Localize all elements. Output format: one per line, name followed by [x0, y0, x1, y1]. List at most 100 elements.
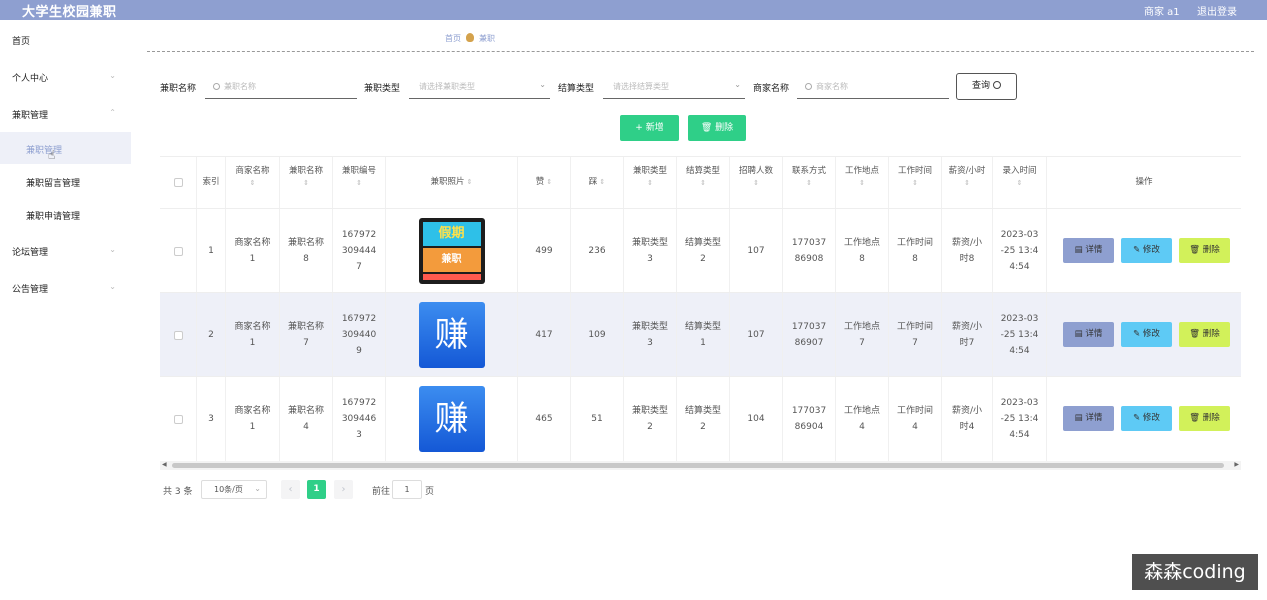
sidebar-item-personal-center[interactable]: 个人中心 ⌄ — [12, 71, 130, 84]
col-header-work-time[interactable]: 工作时间 ⇕ — [889, 157, 942, 208]
submenu-item-job-management[interactable]: 兼职管理 — [26, 143, 62, 156]
sidebar-item-label: 兼职管理 — [12, 111, 49, 121]
col-header-work-place[interactable]: 工作地点 ⇕ — [836, 157, 889, 208]
add-button[interactable]: + 新增 — [620, 115, 679, 141]
select-all-checkbox[interactable] — [173, 178, 183, 187]
current-page-button[interactable]: 1 — [307, 480, 326, 499]
sidebar-item-notice-management[interactable]: 公告管理 ⌄ — [12, 282, 130, 295]
breadcrumb-home[interactable]: 首页 — [445, 34, 461, 43]
cell-merchant: 商家名称1 — [226, 209, 280, 293]
logout-link[interactable]: 退出登录 — [1197, 3, 1237, 18]
sidebar-item-job-management[interactable]: 兼职管理 ⌃ — [12, 108, 130, 121]
chevron-down-icon: ⌄ — [109, 245, 116, 254]
delete-label: 删除 — [1202, 329, 1220, 339]
cell-work-place: 工作地点7 — [836, 293, 889, 377]
batch-delete-button[interactable]: 🗑 删除 — [688, 115, 746, 141]
trash-icon: 🗑 — [1189, 329, 1201, 339]
col-header-likes[interactable]: 赞 ⇕ — [518, 157, 571, 208]
merchant-name-input[interactable]: 商家名称 — [797, 76, 949, 99]
delete-button[interactable]: 🗑 删除 — [1179, 238, 1230, 263]
job-type-select[interactable]: 请选择兼职类型 ⌄ — [409, 76, 550, 99]
sort-icon: ⇕ — [546, 178, 553, 186]
cell-entered-time: 2023-03-25 13:44:54 — [993, 209, 1047, 293]
document-icon: ▤ — [1074, 329, 1083, 339]
detail-button[interactable]: ▤ 详情 — [1063, 406, 1114, 431]
page-size-select[interactable]: 10条/页 ⌄ — [201, 480, 267, 499]
col-header-contact[interactable]: 联系方式 ⇕ — [783, 157, 836, 208]
col-header-salary[interactable]: 薪资/小时 ⇕ — [942, 157, 993, 208]
poster-title: 假期 — [422, 222, 481, 246]
scroll-left-icon[interactable]: ◀ — [162, 461, 167, 468]
sort-icon: ⇕ — [859, 179, 865, 187]
cell-dislikes: 109 — [571, 293, 624, 377]
prev-page-button[interactable]: ‹ — [281, 480, 300, 499]
goto-page-input[interactable]: 1 — [392, 480, 422, 499]
sidebar: 首页 个人中心 ⌄ 兼职管理 ⌃ 兼职管理 ☝ 兼职留言管理 兼职申请管理 论坛管理… — [0, 20, 131, 580]
job-photo-image: 赚 — [418, 302, 485, 368]
edit-icon: ✎ — [1133, 329, 1141, 339]
cell-index: 3 — [197, 377, 226, 461]
sidebar-item-forum-management[interactable]: 论坛管理 ⌄ — [12, 245, 130, 258]
detail-button[interactable]: ▤ 详情 — [1063, 322, 1114, 347]
cell-index: 2 — [197, 293, 226, 377]
settle-type-select[interactable]: 请选择结算类型 ⌄ — [603, 76, 745, 99]
breadcrumb: 首页 兼职 — [445, 33, 495, 44]
col-header-label: 兼职编号 — [341, 166, 376, 176]
delete-button[interactable]: 🗑 删除 — [1179, 406, 1230, 431]
cell-dislikes: 51 — [571, 377, 624, 461]
detail-button[interactable]: ▤ 详情 — [1063, 238, 1114, 263]
detail-label: 详情 — [1085, 245, 1103, 255]
detail-label: 详情 — [1085, 329, 1103, 339]
breadcrumb-current: 兼职 — [479, 34, 495, 43]
cell-job-code: 1679723094409 — [333, 293, 386, 377]
merchant-name-placeholder: 商家名称 — [816, 82, 848, 91]
col-header-job-name[interactable]: 兼职名称 ⇕ — [280, 157, 333, 208]
horizontal-scrollbar[interactable]: ◀ ▶ — [160, 461, 1241, 470]
col-header-photo[interactable]: 兼职照片 ⇕ — [386, 157, 518, 208]
scroll-right-icon[interactable]: ▶ — [1234, 461, 1239, 468]
sidebar-item-label: 个人中心 — [12, 74, 49, 84]
hand-cursor-icon: ☝ — [48, 148, 56, 162]
sidebar-item-home[interactable]: 首页 — [12, 34, 130, 47]
col-header-label: 赞 — [535, 177, 545, 187]
cell-job-name: 兼职名称7 — [280, 293, 333, 377]
col-header-job-code[interactable]: 兼职编号 ⇕ — [333, 157, 386, 208]
edit-button[interactable]: ✎ 修改 — [1121, 322, 1172, 347]
cell-job-type: 兼职类型2 — [624, 377, 677, 461]
col-header-job-type[interactable]: 兼职类型 ⇕ — [624, 157, 677, 208]
sort-icon: ⇕ — [303, 179, 309, 187]
current-user: 商家 a1 — [1144, 7, 1180, 18]
submenu-item-job-messages[interactable]: 兼职留言管理 — [26, 176, 80, 189]
scrollbar-thumb[interactable] — [172, 463, 1224, 468]
col-header-dislikes[interactable]: 踩 ⇕ — [571, 157, 624, 208]
row-select-cell — [160, 293, 197, 377]
col-header-merchant[interactable]: 商家名称 ⇕ — [226, 157, 280, 208]
cell-job-code: 1679723094447 — [333, 209, 386, 293]
col-header-label: 结算类型 — [685, 166, 720, 176]
next-page-button[interactable]: › — [334, 480, 353, 499]
row-checkbox[interactable] — [173, 414, 183, 424]
submenu-item-job-applications[interactable]: 兼职申请管理 — [26, 209, 80, 222]
search-icon — [805, 83, 812, 90]
row-select-cell — [160, 377, 197, 461]
col-header-settle-type[interactable]: 结算类型 ⇕ — [677, 157, 730, 208]
col-header-label: 商家名称 — [235, 166, 270, 176]
edit-button[interactable]: ✎ 修改 — [1121, 238, 1172, 263]
poster-subtitle: 兼职 — [422, 248, 481, 272]
col-header-recruit-count[interactable]: 招聘人数 ⇕ — [730, 157, 783, 208]
edit-button[interactable]: ✎ 修改 — [1121, 406, 1172, 431]
chevron-down-icon: ⌄ — [254, 484, 261, 493]
job-name-input[interactable]: 兼职名称 — [205, 76, 357, 99]
query-button[interactable]: 查询 — [956, 73, 1017, 100]
cell-work-place: 工作地点8 — [836, 209, 889, 293]
col-header-entered-time[interactable]: 录入时间 ⇕ — [993, 157, 1047, 208]
breadcrumb-separator-icon — [466, 33, 474, 42]
sort-icon: ⇕ — [700, 179, 706, 187]
cell-entered-time: 2023-03-25 13:44:54 — [993, 377, 1047, 461]
filter-label-job-type: 兼职类型 — [364, 84, 401, 94]
batch-delete-label: 删除 — [715, 123, 734, 133]
delete-button[interactable]: 🗑 删除 — [1179, 322, 1230, 347]
row-checkbox[interactable] — [173, 330, 183, 340]
row-checkbox[interactable] — [173, 246, 183, 256]
row-select-cell — [160, 209, 197, 293]
